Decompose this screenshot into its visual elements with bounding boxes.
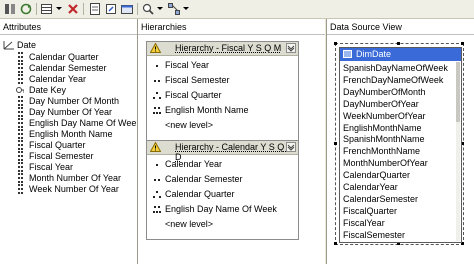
level-icon <box>154 179 160 181</box>
layout-icon[interactable] <box>167 2 181 16</box>
scrollbar-thumb[interactable] <box>456 62 460 122</box>
new-level-label: <new level> <box>165 120 214 130</box>
attributes-header-label: Attributes <box>3 22 42 32</box>
table-column[interactable]: DayNumberOfMonth <box>343 87 426 98</box>
dsv-header-label: Data Source View <box>330 22 402 32</box>
attribute-root-label: Date <box>17 40 37 50</box>
table-column[interactable]: FiscalSemester <box>343 230 405 241</box>
table-column[interactable]: CalendarSemester <box>343 194 418 205</box>
level-icon <box>153 107 161 114</box>
table-column[interactable]: EnglishMonthName <box>343 123 422 134</box>
attribute-icon <box>18 74 23 84</box>
level-icon <box>156 65 158 67</box>
resize-handle[interactable] <box>397 42 400 45</box>
table-column[interactable]: SpanishDayNameOfWeek <box>343 63 448 74</box>
level-icon <box>153 206 161 213</box>
table-column[interactable]: CalendarQuarter <box>343 170 410 181</box>
hierarchy-box[interactable]: Hierarchy - Fiscal Y S Q M Fiscal Year Fis… <box>146 41 299 141</box>
chevron-down-icon[interactable] <box>56 7 62 10</box>
attribute-icon <box>18 107 23 117</box>
chevron-down-icon[interactable] <box>183 7 189 10</box>
attributes-panel: Attributes Date Calendar Quarter Calendar… <box>0 19 137 264</box>
attributes-header: Attributes <box>0 19 137 35</box>
table-scrollbar[interactable] <box>456 62 460 241</box>
level-icon <box>153 92 161 99</box>
hierarchy-title-bar[interactable]: Hierarchy - Calendar Y S Q M D <box>147 141 298 162</box>
resize-handle[interactable] <box>334 242 337 245</box>
attribute-icon <box>18 184 23 194</box>
data-source-view-panel: Data Source View DimDate SpanishDayNameO… <box>327 19 474 264</box>
attribute-label: Week Number Of Year <box>29 184 119 194</box>
attribute-icon <box>18 63 23 73</box>
hierarchies-header: Hierarchies <box>138 19 325 35</box>
resize-handle[interactable] <box>461 42 464 45</box>
dimension-icon <box>3 41 14 50</box>
attribute-icon <box>18 151 23 161</box>
hierarchy-level-label: English Day Name Of Week <box>165 204 277 214</box>
refresh-icon[interactable] <box>19 2 33 16</box>
attribute-icon <box>18 96 23 106</box>
hierarchy-level-label: Fiscal Quarter <box>165 90 222 100</box>
add-attribute-icon[interactable] <box>3 2 17 16</box>
hierarchy-level-label: Calendar Semester <box>165 174 243 184</box>
level-icon <box>154 80 160 82</box>
resize-handle[interactable] <box>334 42 337 45</box>
hierarchy-level-label: English Month Name <box>165 105 249 115</box>
table-column[interactable]: FiscalYear <box>343 218 385 229</box>
hierarchies-panel: Hierarchies Hierarchy - Fiscal Y S Q M Fi… <box>138 19 325 264</box>
dsv-header: Data Source View <box>327 19 474 35</box>
show-table-icon[interactable] <box>120 2 134 16</box>
new-level-label: <new level> <box>165 219 214 229</box>
table-column[interactable]: FrenchDayNameOfWeek <box>343 75 443 86</box>
attribute-icon <box>18 118 23 128</box>
table-column[interactable]: MonthNumberOfYear <box>343 158 428 169</box>
table-column[interactable]: SpanishMonthName <box>343 134 425 145</box>
attribute-icon <box>18 140 23 150</box>
hierarchy-title[interactable]: Hierarchy - Fiscal Y S Q M <box>175 43 281 53</box>
attribute-icon <box>18 162 23 172</box>
chevron-down-icon[interactable] <box>157 7 163 10</box>
hierarchy-level-label: Calendar Quarter <box>165 189 235 199</box>
chevron-down-icon[interactable] <box>286 142 296 152</box>
hierarchy-level-label: Fiscal Semester <box>165 75 230 85</box>
warning-icon <box>150 43 161 53</box>
hierarchy-box[interactable]: Hierarchy - Calendar Y S Q M D Calendar Y… <box>146 140 299 240</box>
toolbar <box>0 0 474 19</box>
chevron-down-icon[interactable] <box>286 43 296 53</box>
warning-icon <box>150 142 161 152</box>
attribute-icon <box>18 129 23 139</box>
hierarchy-level-label: Calendar Year <box>165 159 223 169</box>
table-name: DimDate <box>356 49 392 59</box>
key-icon <box>16 87 24 93</box>
level-icon <box>153 191 161 198</box>
table-column[interactable]: CalendarYear <box>343 182 398 193</box>
toolbar-separator <box>83 3 84 15</box>
dimdate-table-header[interactable]: DimDate <box>340 48 461 61</box>
hierarchy-title-bar[interactable]: Hierarchy - Fiscal Y S Q M <box>147 42 298 56</box>
dimdate-table[interactable]: DimDate SpanishDayNameOfWeek FrenchDayNam… <box>339 47 462 243</box>
table-column[interactable]: DayNumberOfYear <box>343 99 419 110</box>
table-column[interactable]: FrenchMonthName <box>343 146 420 157</box>
table-icon <box>343 50 352 58</box>
table-column[interactable]: FiscalQuarter <box>343 206 397 217</box>
hierarchy-level-label: Fiscal Year <box>165 60 210 70</box>
zoom-icon[interactable] <box>141 2 155 16</box>
hierarchies-header-label: Hierarchies <box>141 22 187 32</box>
toolbar-separator <box>137 3 138 15</box>
attribute-icon <box>18 173 23 183</box>
delete-icon[interactable] <box>66 2 80 16</box>
toolbar-separator <box>36 3 37 15</box>
properties-icon[interactable] <box>88 2 102 16</box>
level-icon <box>156 164 158 166</box>
attribute-icon <box>18 52 23 62</box>
table-icon[interactable] <box>40 2 54 16</box>
table-column[interactable]: WeekNumberOfYear <box>343 111 426 122</box>
new-named-query-icon[interactable] <box>104 2 118 16</box>
resize-handle[interactable] <box>334 142 337 145</box>
